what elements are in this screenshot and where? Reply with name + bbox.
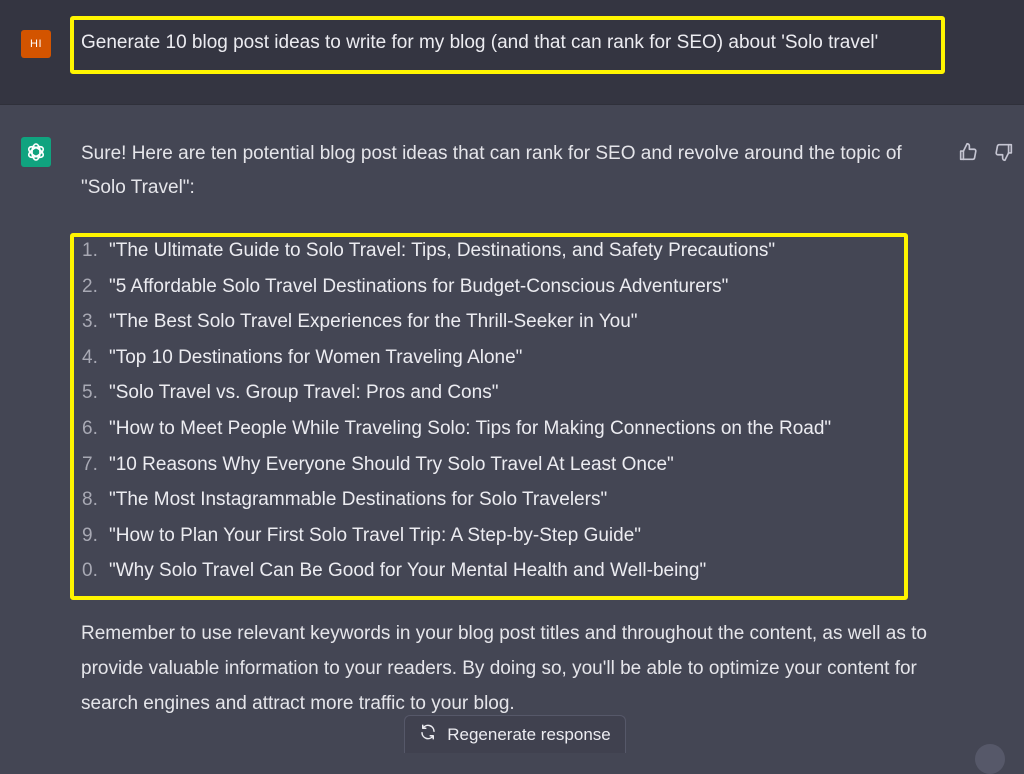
- user-message-row: HI Generate 10 blog post ideas to write …: [0, 0, 1024, 105]
- list-item-text: "10 Reasons Why Everyone Should Try Solo…: [109, 453, 674, 475]
- list-item-text: "How to Meet People While Traveling Solo…: [109, 417, 832, 439]
- list-item-text: "How to Plan Your First Solo Travel Trip…: [109, 524, 642, 546]
- list-item-number: 5.: [82, 382, 98, 404]
- user-avatar: HI: [21, 30, 51, 58]
- list-item: 4. "Top 10 Destinations for Women Traveli…: [82, 340, 831, 376]
- list-item: 0. "Why Solo Travel Can Be Good for Your …: [82, 553, 831, 589]
- thumbs-down-icon[interactable]: [993, 141, 1015, 168]
- assistant-outro-text: Remember to use relevant keywords in you…: [81, 623, 927, 714]
- list-item-text: "The Best Solo Travel Experiences for th…: [109, 311, 638, 333]
- list-item-number: 4.: [82, 346, 98, 368]
- list-item-text: "The Ultimate Guide to Solo Travel: Tips…: [109, 240, 776, 261]
- list-item-number: 7.: [82, 453, 98, 475]
- regenerate-response-label: Regenerate response: [447, 724, 611, 744]
- list-item-text: "5 Affordable Solo Travel Destinations f…: [109, 275, 729, 297]
- list-item: 9. "How to Plan Your First Solo Travel Tr…: [82, 518, 831, 554]
- list-item-number: 2.: [82, 275, 98, 297]
- assistant-message-row: Sure! Here are ten potential blog post i…: [0, 105, 1024, 753]
- thumbs-up-icon[interactable]: [957, 141, 979, 168]
- list-item: 2. "5 Affordable Solo Travel Destinations…: [82, 269, 831, 305]
- list-item: 7. "10 Reasons Why Everyone Should Try So…: [82, 447, 831, 483]
- list-item-number: 1.: [82, 240, 98, 261]
- list-item: 3. "The Best Solo Travel Experiences for …: [82, 304, 831, 340]
- openai-logo-glyph: [27, 143, 45, 161]
- list-item: 1. "The Ultimate Guide to Solo Travel: Ti…: [82, 233, 831, 269]
- assistant-intro-text: Sure! Here are ten potential blog post i…: [81, 143, 902, 198]
- list-item: 5. "Solo Travel vs. Group Travel: Pros an…: [82, 375, 831, 411]
- regenerate-response-button[interactable]: Regenerate response: [404, 715, 626, 753]
- list-item: 6. "How to Meet People While Traveling So…: [82, 411, 831, 447]
- list-item-number: 3.: [82, 311, 98, 333]
- list-item-number: 8.: [82, 489, 98, 511]
- list-item-number: 9.: [82, 524, 98, 546]
- list-item-text: "Why Solo Travel Can Be Good for Your Me…: [109, 560, 707, 582]
- openai-logo-icon: [21, 137, 51, 167]
- list-item-number: 6.: [82, 417, 98, 439]
- list-item-text: "The Most Instagrammable Destinations fo…: [109, 489, 608, 511]
- blog-ideas-list: 1. "The Ultimate Guide to Solo Travel: Ti…: [82, 233, 831, 589]
- scroll-down-button[interactable]: [975, 744, 1005, 774]
- list-item-number: 0.: [82, 560, 98, 582]
- list-item-text: "Solo Travel vs. Group Travel: Pros and …: [109, 382, 499, 404]
- list-item-text: "Top 10 Destinations for Women Traveling…: [109, 346, 523, 368]
- refresh-icon: [419, 723, 437, 746]
- list-item: 8. "The Most Instagrammable Destinations …: [82, 482, 831, 518]
- user-message-text: Generate 10 blog post ideas to write for…: [81, 32, 879, 53]
